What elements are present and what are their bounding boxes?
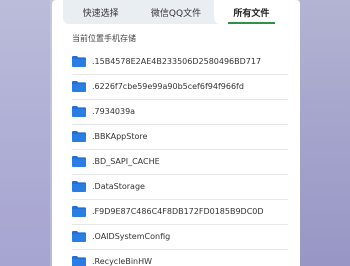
folder-icon — [72, 56, 86, 67]
folder-icon — [72, 181, 86, 192]
file-name: .BD_SAPI_CACHE — [92, 157, 160, 166]
tab-bar: 快速选择 微信QQ文件 所有文件 — [63, 0, 289, 24]
file-picker-sheet: 快速选择 微信QQ文件 所有文件 当前位置手机存储 .15B4578E2AE4B… — [52, 0, 300, 266]
list-item[interactable]: .BD_SAPI_CACHE — [52, 150, 300, 175]
file-name: .6226f7cbe59e99a90b5cef6f94f966fd — [92, 82, 244, 91]
list-item[interactable]: .F9D9E87C486C4F8DB172FD0185B9DC0D — [52, 200, 300, 225]
file-list: .15B4578E2AE4B233506D2580496BD717 .6226f… — [52, 50, 300, 266]
list-item[interactable]: .BBKAppStore — [52, 125, 300, 150]
folder-icon — [72, 81, 86, 92]
folder-icon — [72, 156, 86, 167]
background-left — [0, 0, 50, 266]
list-item[interactable]: .7934039a — [52, 100, 300, 125]
file-name: .F9D9E87C486C4F8DB172FD0185B9DC0D — [92, 207, 264, 216]
file-name: .15B4578E2AE4B233506D2580496BD717 — [92, 57, 262, 66]
tab-label: 所有文件 — [233, 8, 270, 19]
tab-label: 微信QQ文件 — [150, 8, 202, 19]
file-name: .OAIDSystemConfig — [92, 232, 171, 241]
file-name: .DataStorage — [92, 182, 145, 191]
list-item[interactable]: .6226f7cbe59e99a90b5cef6f94f966fd — [52, 75, 300, 100]
file-name: .RecycleBinHW — [92, 257, 153, 266]
list-item[interactable]: .15B4578E2AE4B233506D2580496BD717 — [52, 50, 300, 75]
file-name: .7934039a — [92, 107, 136, 116]
file-name: .BBKAppStore — [92, 132, 148, 141]
tab-wechat-qq-files[interactable]: 微信QQ文件 — [138, 0, 213, 24]
tab-all-files[interactable]: 所有文件 — [213, 0, 289, 24]
background-right — [300, 0, 350, 266]
list-item[interactable]: .OAIDSystemConfig — [52, 225, 300, 250]
folder-icon — [72, 256, 86, 266]
folder-icon — [72, 131, 86, 142]
list-item[interactable]: .DataStorage — [52, 175, 300, 200]
folder-icon — [72, 106, 86, 117]
folder-icon — [72, 231, 86, 242]
folder-icon — [72, 206, 86, 217]
current-location-label: 当前位置手机存储 — [72, 34, 136, 43]
tab-quick-select[interactable]: 快速选择 — [63, 0, 138, 24]
active-tab-indicator — [227, 22, 275, 24]
list-item[interactable]: .RecycleBinHW — [52, 250, 300, 266]
tab-label: 快速选择 — [82, 8, 119, 19]
